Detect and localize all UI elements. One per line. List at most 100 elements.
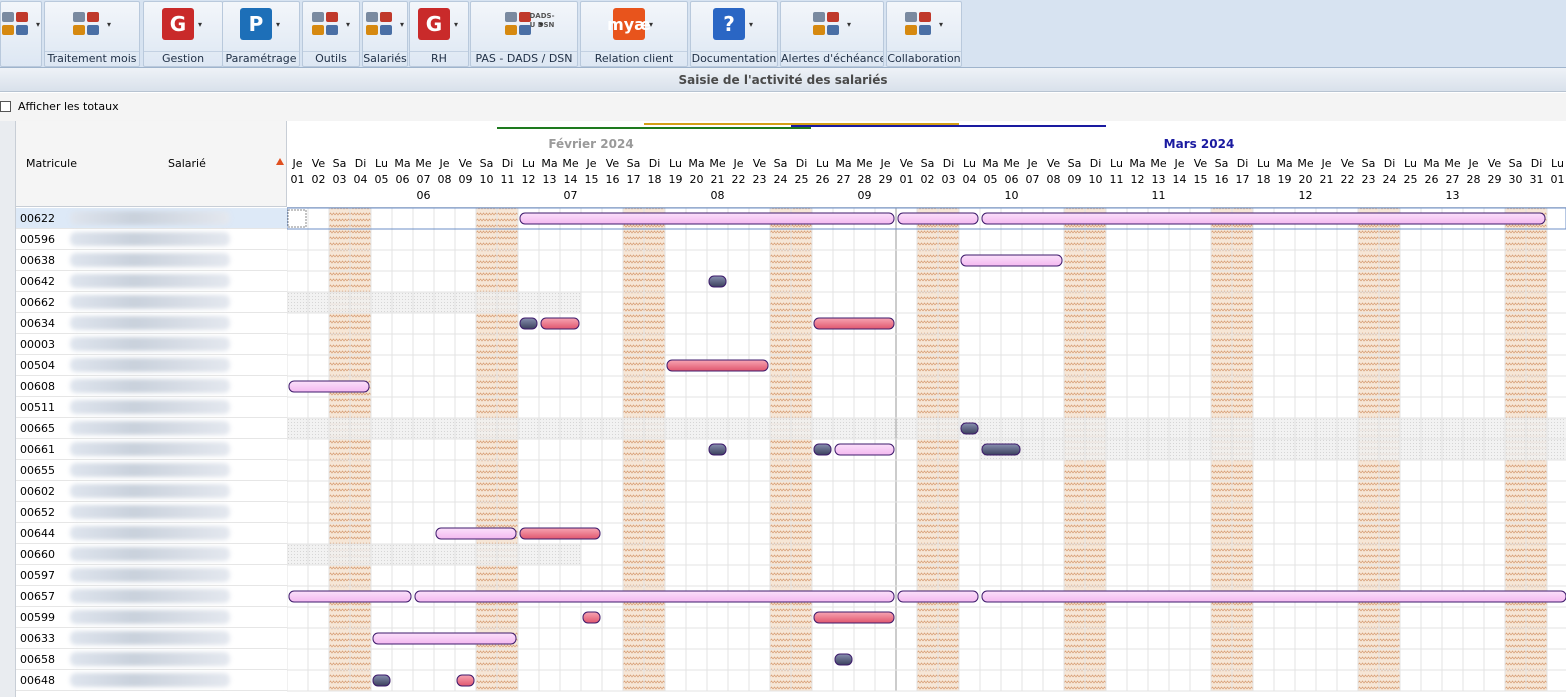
page-title: Saisie de l'activité des salariés [0, 68, 1566, 92]
sort-ascending-icon[interactable] [276, 158, 284, 165]
chevron-down-icon[interactable]: ▾ [649, 20, 653, 29]
ribbon-group-pas[interactable]: DADS-U DSN ▾ PAS - DADS / DSN [470, 1, 578, 67]
activity-bar-pink[interactable] [834, 443, 895, 456]
day-name: Lu [1110, 157, 1123, 170]
employee-row[interactable]: 00599 [16, 607, 287, 628]
header-matricule[interactable]: Matricule [26, 157, 77, 170]
employee-row[interactable]: 00511 [16, 397, 287, 418]
ribbon-group-alertes[interactable]: ▾ Alertes d'échéance [780, 1, 884, 67]
activity-bar-red[interactable] [582, 611, 601, 624]
day-number: 26 [1425, 173, 1439, 186]
chevron-down-icon[interactable]: ▾ [36, 20, 40, 29]
employee-row[interactable]: 00655 [16, 460, 287, 481]
employee-row[interactable]: 00662 [16, 292, 287, 313]
activity-bar-red[interactable] [813, 611, 895, 624]
parametrage-p-icon[interactable]: P [240, 8, 272, 40]
activity-bar-navy[interactable] [708, 275, 727, 288]
chevron-down-icon[interactable]: ▾ [939, 20, 943, 29]
day-number: 06 [396, 173, 410, 186]
activity-bar-navy[interactable] [372, 674, 391, 687]
employee-row[interactable]: 00660 [16, 544, 287, 565]
activity-bar-navy[interactable] [519, 317, 538, 330]
activity-bar-pink[interactable] [288, 590, 412, 603]
employee-row[interactable]: 00638 [16, 250, 287, 271]
row-header-strip [0, 121, 16, 697]
employee-row[interactable]: 00658 [16, 649, 287, 670]
employee-row[interactable]: 00003 [16, 334, 287, 355]
ribbon-group-documentation[interactable]: ? ▾ Documentation [690, 1, 778, 67]
activity-bar-navy[interactable] [981, 443, 1021, 456]
tools-icon[interactable] [310, 8, 342, 40]
customer-relation-icon[interactable]: myæ [607, 8, 651, 40]
ribbon-group-gestion[interactable]: G ▾ Gestion [143, 1, 223, 67]
ribbon-group-parametrage[interactable]: P ▾ Paramétrage [222, 1, 300, 67]
activity-bar-navy[interactable] [813, 443, 832, 456]
activity-bar-pink[interactable] [372, 632, 517, 645]
day-name: Di [649, 157, 661, 170]
employee-row[interactable]: 00596 [16, 229, 287, 250]
activity-bar-navy[interactable] [960, 422, 979, 435]
chevron-down-icon[interactable]: ▾ [454, 20, 458, 29]
chevron-down-icon[interactable]: ▾ [847, 20, 851, 29]
employee-row[interactable]: 00644 [16, 523, 287, 544]
activity-bar-pink[interactable] [519, 212, 895, 225]
stopwatch-icon[interactable] [811, 8, 843, 40]
employees-icon[interactable] [364, 8, 396, 40]
employee-row[interactable]: 00504 [16, 355, 287, 376]
activity-bar-red[interactable] [813, 317, 895, 330]
gestion-g-icon[interactable]: G [162, 8, 194, 40]
ribbon-group-collaboration[interactable]: ▾ Collaboration [886, 1, 962, 67]
day-name: Me [415, 157, 431, 170]
ribbon-group-traitement[interactable]: ▾ Traitement mois [44, 1, 140, 67]
employee-row[interactable]: 00648 [16, 670, 287, 691]
employee-row[interactable]: 00622 [16, 208, 287, 229]
employee-row[interactable]: 00634 [16, 313, 287, 334]
chevron-down-icon[interactable]: ▾ [198, 20, 202, 29]
day-number: 14 [564, 173, 578, 186]
employee-row[interactable]: 00633 [16, 628, 287, 649]
employee-row[interactable]: 00602 [16, 481, 287, 502]
activity-bar-red[interactable] [519, 527, 601, 540]
activity-bar-red[interactable] [666, 359, 769, 372]
activity-bar-pink[interactable] [435, 527, 517, 540]
employee-row[interactable]: 00665 [16, 418, 287, 439]
employee-row[interactable]: 00597 [16, 565, 287, 586]
focused-cell[interactable] [287, 209, 307, 228]
show-totals-checkbox[interactable] [0, 101, 11, 112]
employee-row[interactable]: 00657 [16, 586, 287, 607]
week-number: 11 [1152, 189, 1166, 202]
monthly-processing-icons[interactable] [71, 8, 103, 40]
activity-bar-red[interactable] [456, 674, 475, 687]
chevron-down-icon[interactable]: ▾ [107, 20, 111, 29]
activity-bar-pink[interactable] [414, 590, 895, 603]
help-book-icon[interactable]: ? [713, 8, 745, 40]
collaboration-icon[interactable] [903, 8, 935, 40]
activity-bar-pink[interactable] [897, 212, 979, 225]
ribbon-group-outils[interactable]: ▾ Outils [302, 1, 360, 67]
employee-matricule: 00652 [20, 506, 55, 519]
header-salarie[interactable]: Salarié [168, 157, 206, 170]
activity-bar-pink[interactable] [897, 590, 979, 603]
activity-bar-pink[interactable] [288, 380, 370, 393]
quick-access-icons[interactable] [0, 8, 32, 40]
hr-icon[interactable]: G [418, 8, 450, 40]
chevron-down-icon[interactable]: ▾ [400, 20, 404, 29]
employee-row[interactable]: 00652 [16, 502, 287, 523]
activity-bar-navy[interactable] [708, 443, 727, 456]
activity-bar-pink[interactable] [960, 254, 1063, 267]
chevron-down-icon[interactable]: ▾ [539, 20, 543, 29]
ribbon-group-quick[interactable]: ▾ [0, 1, 42, 67]
employee-row[interactable]: 00608 [16, 376, 287, 397]
activity-bar-pink[interactable] [981, 212, 1546, 225]
ribbon-group-rh[interactable]: G ▾ RH [409, 1, 469, 67]
employee-row[interactable]: 00642 [16, 271, 287, 292]
ribbon-group-salaries[interactable]: ▾ Salariés [362, 1, 408, 67]
chevron-down-icon[interactable]: ▾ [749, 20, 753, 29]
activity-bar-navy[interactable] [834, 653, 853, 666]
chevron-down-icon[interactable]: ▾ [276, 20, 280, 29]
activity-bar-pink[interactable] [981, 590, 1566, 603]
activity-bar-red[interactable] [540, 317, 580, 330]
ribbon-group-relation[interactable]: myæ ▾ Relation client [580, 1, 688, 67]
chevron-down-icon[interactable]: ▾ [346, 20, 350, 29]
employee-row[interactable]: 00661 [16, 439, 287, 460]
